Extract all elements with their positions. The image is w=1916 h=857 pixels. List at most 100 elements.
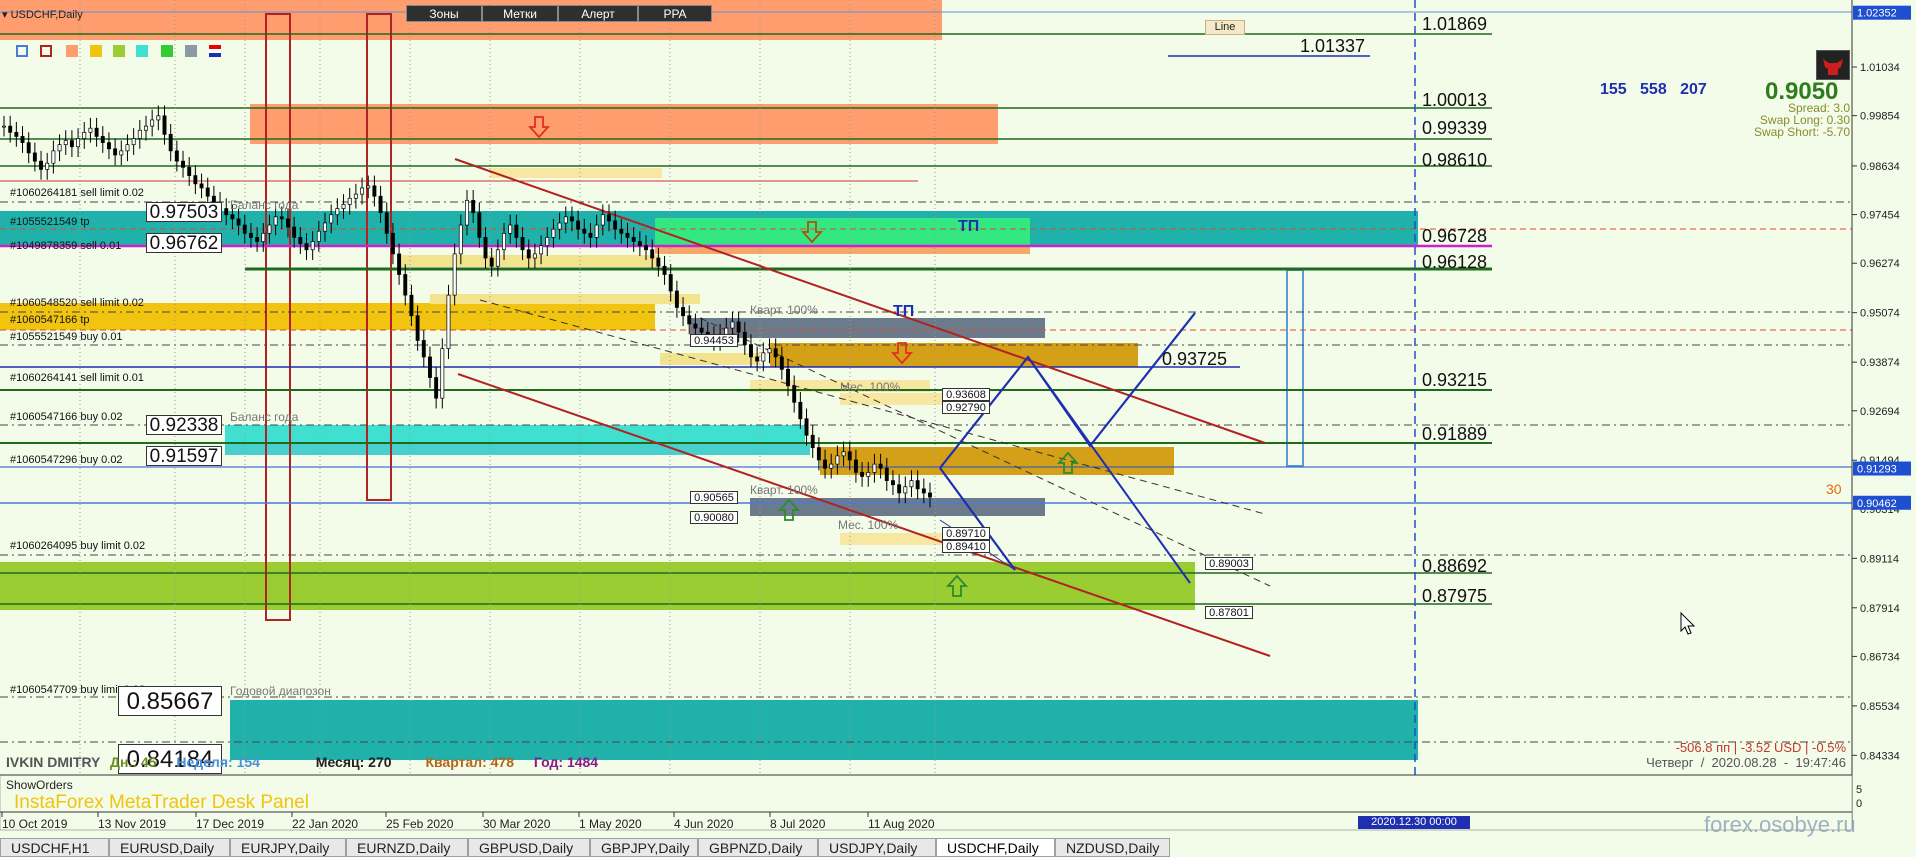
line-object-label[interactable]: Line bbox=[1205, 20, 1245, 35]
tab-eurusd-daily[interactable]: EURUSD,Daily bbox=[109, 838, 230, 857]
candle-body bbox=[26, 142, 31, 154]
y-tick-label: 0.96274 bbox=[1860, 258, 1900, 270]
candle-body bbox=[415, 315, 420, 341]
order-label[interactable]: #1060548520 sell limit 0.02 bbox=[10, 297, 144, 309]
labels-button[interactable]: Метки bbox=[482, 5, 558, 22]
candle-body bbox=[884, 467, 889, 481]
order-label[interactable]: #1049878359 sell 0.01 bbox=[10, 240, 121, 252]
palette-gold[interactable] bbox=[90, 45, 102, 57]
buy-zone-green[interactable] bbox=[0, 562, 1195, 610]
teal-zone-mid[interactable] bbox=[225, 425, 805, 443]
order-label[interactable]: #1055521549 buy 0.01 bbox=[10, 331, 123, 343]
zone-text-month-2: Мес. 100% bbox=[838, 518, 899, 532]
palette-flag-icon[interactable] bbox=[209, 45, 221, 57]
tab-gbpnzd-daily[interactable]: GBPNZD,Daily bbox=[698, 838, 818, 857]
candle-body bbox=[891, 480, 895, 486]
zones-button[interactable]: Зоны bbox=[406, 5, 482, 22]
price-badge-label: 0.90462 bbox=[1857, 498, 1897, 510]
y-tick-label: 0.97454 bbox=[1860, 210, 1900, 222]
small-price-box: 0.90080 bbox=[690, 511, 738, 524]
teal-zone-annual[interactable] bbox=[230, 700, 1418, 760]
show-orders-label[interactable]: ShowOrders bbox=[6, 778, 73, 792]
x-tick-label: 1 May 2020 bbox=[579, 817, 642, 831]
palette-green[interactable] bbox=[113, 45, 125, 57]
candle-body bbox=[310, 241, 315, 251]
sell-zone-upper[interactable] bbox=[250, 104, 998, 144]
price-axis[interactable]: 1.01034 0.99854 0.98634 0.97454 0.96274 0.950… bbox=[1852, 62, 1900, 762]
order-label[interactable]: #1060547166 buy 0.02 bbox=[10, 411, 123, 423]
ppa-button[interactable]: PPA bbox=[638, 5, 712, 22]
candle-body bbox=[699, 327, 704, 333]
candle-body bbox=[14, 131, 19, 137]
candle-body bbox=[168, 134, 173, 152]
candle-body bbox=[458, 224, 463, 255]
level-label: 1.01337 bbox=[1300, 36, 1366, 56]
tab-gbpusd-daily[interactable]: GBPUSD,Daily bbox=[468, 838, 590, 857]
candle-body bbox=[267, 224, 272, 234]
y-tick-label: 0.99854 bbox=[1860, 111, 1900, 123]
palette-salmon[interactable] bbox=[66, 45, 78, 57]
candle-body bbox=[860, 472, 865, 477]
alert-button[interactable]: Алерт bbox=[558, 5, 638, 22]
x-tick-label: 4 Jun 2020 bbox=[674, 817, 734, 831]
yellow-zone-1[interactable] bbox=[490, 168, 662, 178]
tab-eurnzd-daily[interactable]: EURNZD,Daily bbox=[346, 838, 468, 857]
bull-logo bbox=[1816, 50, 1850, 80]
candle-body bbox=[625, 232, 630, 238]
order-label[interactable]: #1060547296 buy 0.02 bbox=[10, 454, 123, 466]
palette-lime[interactable] bbox=[161, 45, 173, 57]
left-price-box: 0.92338 bbox=[146, 415, 222, 436]
yellow-zone-6[interactable] bbox=[840, 393, 950, 405]
palette-turquoise[interactable] bbox=[136, 45, 148, 57]
tab-eurjpy-daily[interactable]: EURJPY,Daily bbox=[230, 838, 346, 857]
candle-body bbox=[520, 237, 525, 251]
x-tick-label: 25 Feb 2020 bbox=[386, 817, 454, 831]
small-price-box: 0.89410 bbox=[942, 540, 990, 553]
candle-body bbox=[230, 214, 235, 220]
tab-nzdusd-daily[interactable]: NZDUSD,Daily bbox=[1055, 838, 1170, 857]
x-tick-label: 11 Aug 2020 bbox=[868, 817, 935, 831]
order-label[interactable]: #1060264141 sell limit 0.01 bbox=[10, 372, 144, 384]
gold-zone-mid[interactable] bbox=[770, 343, 1138, 367]
price-badge-label: 0.91293 bbox=[1857, 464, 1897, 476]
tab-usdchf-h1[interactable]: USDCHF,H1 bbox=[0, 838, 109, 857]
candle-body bbox=[360, 187, 365, 195]
tab-gbpjpy-daily[interactable]: GBPJPY,Daily bbox=[590, 838, 698, 857]
desk-panel-title: InstaForex MetaTrader Desk Panel bbox=[14, 792, 309, 813]
candle-body bbox=[489, 257, 494, 267]
candle-body bbox=[545, 237, 550, 247]
yellow-zone-3[interactable] bbox=[430, 294, 700, 304]
candle-body bbox=[829, 463, 834, 469]
y-tick-label: 0.92694 bbox=[1860, 406, 1900, 418]
candle-body bbox=[403, 274, 408, 296]
candle-body bbox=[205, 187, 210, 197]
palette-gray[interactable] bbox=[185, 45, 197, 57]
candle-body bbox=[847, 451, 852, 461]
price-chart[interactable]: ТП ТП 1.01034 0.99854 0.98634 0.97454 0.9627… bbox=[0, 0, 1916, 857]
watermark: forex.osobye.ru bbox=[1704, 812, 1856, 837]
order-label[interactable]: #1055521549 tp bbox=[10, 216, 90, 228]
zone-text-annual: Годовой диапозон bbox=[230, 684, 331, 698]
candle-body bbox=[434, 377, 439, 399]
tab-usdjpy-daily[interactable]: USDJPY,Daily bbox=[818, 838, 936, 857]
order-label[interactable]: #1060547166 tp bbox=[10, 314, 90, 326]
candle-body bbox=[650, 249, 655, 259]
candle-body bbox=[8, 125, 13, 133]
candle-body bbox=[786, 368, 790, 387]
order-label[interactable]: #1060264181 sell limit 0.02 bbox=[10, 187, 144, 199]
candle-body bbox=[224, 208, 229, 216]
candle-body bbox=[181, 160, 185, 168]
order-label[interactable]: #1060264095 buy limit 0.02 bbox=[10, 540, 145, 552]
palette-red-outline[interactable] bbox=[40, 45, 52, 57]
teal-zone-mid2[interactable] bbox=[225, 443, 810, 455]
palette-blue-outline[interactable] bbox=[16, 45, 28, 57]
candle-body bbox=[835, 455, 840, 465]
tab-usdchf-daily[interactable]: USDCHF,Daily bbox=[936, 838, 1055, 857]
candle-body bbox=[582, 228, 587, 234]
candle-body bbox=[125, 144, 130, 152]
yellow-zone-7[interactable] bbox=[840, 533, 945, 545]
date-badge: 2020.12.30 00:00 bbox=[1358, 816, 1470, 829]
candle-body bbox=[292, 226, 297, 238]
candle-body bbox=[248, 232, 253, 238]
level-label: 0.98610 bbox=[1422, 150, 1488, 170]
